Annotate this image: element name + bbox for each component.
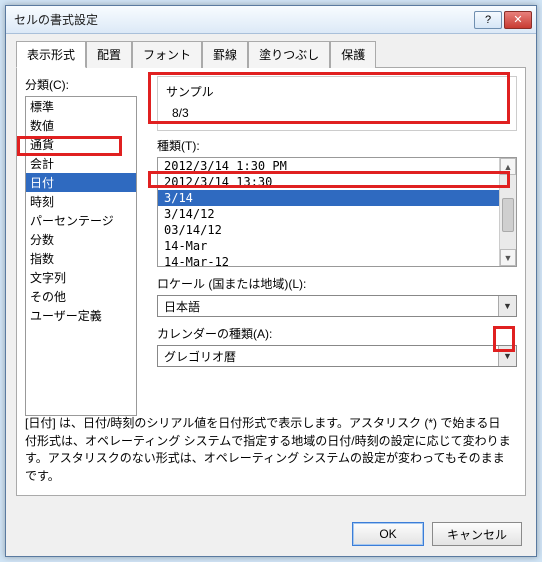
locale-label: ロケール (国または地域)(L): [157,275,517,292]
help-button[interactable]: ? [474,11,502,29]
category-item[interactable]: 会計 [26,154,136,173]
category-item[interactable]: その他 [26,287,136,306]
type-item[interactable]: 14-Mar [158,238,516,254]
chevron-down-icon[interactable]: ▼ [498,346,516,366]
ok-button[interactable]: OK [352,522,424,546]
description-text: [日付] は、日付/時刻のシリアル値を日付形式で表示します。アスタリスク (*)… [25,415,511,485]
type-label: 種類(T): [157,137,517,154]
category-item[interactable]: 時刻 [26,192,136,211]
sample-value: 8/3 [166,106,508,120]
dialog-footer: OK キャンセル [352,522,522,546]
titlebar: セルの書式設定 ? ✕ [6,6,536,34]
category-item[interactable]: 指数 [26,249,136,268]
titlebar-buttons: ? ✕ [474,11,532,29]
category-item[interactable]: パーセンテージ [26,211,136,230]
tab-strip: 表示形式 配置 フォント 罫線 塗りつぶし 保護 [16,40,526,68]
category-item-selected[interactable]: 日付 [26,173,136,192]
locale-dropdown[interactable]: 日本語 ▼ [157,295,517,317]
calendar-dropdown[interactable]: グレゴリオ暦 ▼ [157,345,517,367]
type-item[interactable]: 2012/3/14 1:30 PM [158,158,516,174]
close-button[interactable]: ✕ [504,11,532,29]
type-item[interactable]: 2012/3/14 13:30 [158,174,516,190]
category-item[interactable]: 通貨 [26,135,136,154]
tab-border[interactable]: 罫線 [202,41,248,68]
category-item[interactable]: 数値 [26,116,136,135]
window-title: セルの書式設定 [14,11,474,28]
calendar-label: カレンダーの種類(A): [157,325,517,342]
scroll-down-icon[interactable]: ▼ [500,249,516,266]
number-format-panel: 分類(C): 標準 数値 通貨 会計 日付 時刻 パーセンテージ 分数 指数 文… [16,68,526,496]
right-area: サンプル 8/3 種類(T): 2012/3/14 1:30 PM 2012/3… [157,76,517,375]
tab-font[interactable]: フォント [132,41,202,68]
category-item[interactable]: 分数 [26,230,136,249]
category-list[interactable]: 標準 数値 通貨 会計 日付 時刻 パーセンテージ 分数 指数 文字列 その他 … [25,96,137,416]
type-item[interactable]: 03/14/12 [158,222,516,238]
scroll-up-icon[interactable]: ▲ [500,158,516,175]
category-item[interactable]: ユーザー定義 [26,306,136,325]
calendar-value: グレゴリオ暦 [158,348,498,365]
format-cells-dialog: セルの書式設定 ? ✕ 表示形式 配置 フォント 罫線 塗りつぶし 保護 分類(… [5,5,537,557]
cancel-button[interactable]: キャンセル [432,522,522,546]
type-item[interactable]: 3/14/12 [158,206,516,222]
scroll-thumb[interactable] [502,198,514,232]
sample-label: サンプル [166,83,508,100]
tab-number-format[interactable]: 表示形式 [16,41,86,68]
chevron-down-icon[interactable]: ▼ [498,296,516,316]
category-item[interactable]: 文字列 [26,268,136,287]
tab-alignment[interactable]: 配置 [86,41,132,68]
type-list[interactable]: 2012/3/14 1:30 PM 2012/3/14 13:30 3/14 3… [157,157,517,267]
type-item[interactable]: 14-Mar-12 [158,254,516,267]
sample-box: サンプル 8/3 [157,76,517,131]
client-area: 表示形式 配置 フォント 罫線 塗りつぶし 保護 分類(C): 標準 数値 通貨… [6,34,536,556]
type-scrollbar[interactable]: ▲ ▼ [499,158,516,266]
tab-protection[interactable]: 保護 [330,41,376,68]
category-item[interactable]: 標準 [26,97,136,116]
tab-fill[interactable]: 塗りつぶし [248,41,330,68]
locale-value: 日本語 [158,298,498,315]
type-item-selected[interactable]: 3/14 [158,190,516,206]
